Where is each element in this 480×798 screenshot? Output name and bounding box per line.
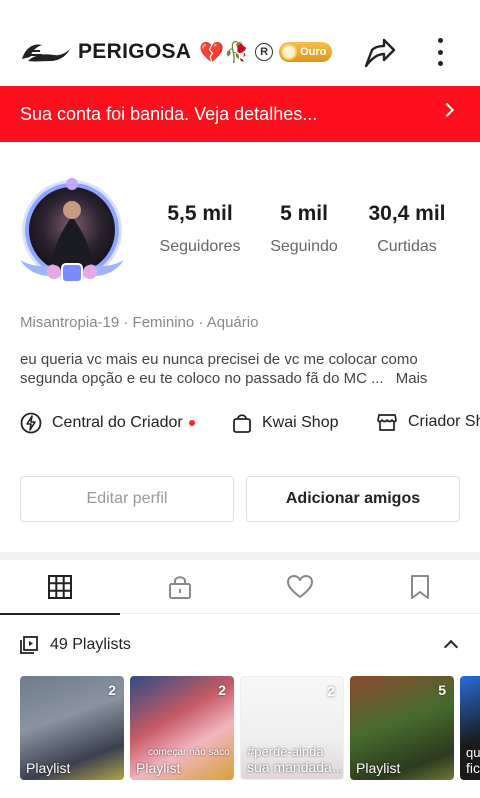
lightning-icon bbox=[20, 412, 42, 434]
content-tabs bbox=[0, 560, 480, 615]
username-emoji: 💔🥀 bbox=[199, 41, 250, 64]
tab-saved[interactable] bbox=[360, 560, 480, 614]
likes-count: 30,4 mil bbox=[368, 202, 446, 225]
profile-header: PERIGOSA 💔🥀 R Ouro bbox=[0, 20, 480, 84]
registered-icon: R bbox=[255, 43, 274, 61]
playlist-title: Playlist bbox=[136, 760, 181, 776]
followers-count: 5,5 mil bbox=[167, 202, 233, 225]
account-banned-banner[interactable]: Sua conta foi banida. Veja detalhes... bbox=[0, 86, 480, 142]
wing-logo-icon bbox=[22, 44, 70, 62]
playlist-video-count: 5 bbox=[438, 682, 446, 698]
store-icon bbox=[377, 414, 397, 431]
likes-label: Curtidas bbox=[377, 238, 437, 255]
tab-likes[interactable] bbox=[240, 560, 360, 614]
add-friends-button[interactable]: Adicionar amigos bbox=[246, 476, 460, 522]
playlist-card[interactable]: 2 Playlist bbox=[20, 676, 124, 780]
playlists-header[interactable]: 49 Playlists bbox=[0, 624, 480, 666]
gold-badge-label: Ouro bbox=[300, 46, 327, 58]
profile-section: 5,5 mil Seguidores 5 mil Seguindo 30,4 m… bbox=[0, 142, 480, 552]
tab-private[interactable] bbox=[120, 560, 240, 614]
chevron-right-icon bbox=[439, 102, 455, 118]
gold-level-badge[interactable]: Ouro bbox=[279, 42, 333, 62]
creator-shop-label: Criador Sh bbox=[408, 413, 480, 430]
playlist-video-count: 2 bbox=[108, 682, 116, 698]
playlist-overlay-text: qu bbox=[466, 745, 480, 760]
bio-more-link[interactable]: Mais bbox=[396, 370, 428, 387]
playlist-overlay-text: #perde-ainda bbox=[247, 744, 324, 759]
playlist-title: Playlist bbox=[26, 760, 71, 776]
profile-bio: eu queria vc mais eu nunca precisei de v… bbox=[20, 350, 460, 388]
section-divider bbox=[0, 552, 480, 560]
creator-shop-link[interactable]: Criador Sh bbox=[376, 412, 480, 432]
playlist-title: sua mandada... bbox=[247, 759, 344, 775]
more-options-icon[interactable] bbox=[430, 34, 450, 70]
playlist-card[interactable]: 2 começar não saco Playlist bbox=[130, 676, 234, 780]
creator-center-label: Central do Criador bbox=[52, 414, 183, 431]
likes-stat[interactable]: 30,4 mil Curtidas bbox=[356, 202, 458, 256]
creator-center-link[interactable]: Central do Criador bbox=[20, 412, 195, 434]
playlist-video-count: 2 bbox=[327, 683, 335, 699]
profile-links: Central do Criador Kwai Shop Criador Sh bbox=[0, 412, 480, 438]
medal-icon bbox=[281, 44, 298, 60]
playlists-count: 49 Playlists bbox=[50, 636, 131, 653]
followers-label: Seguidores bbox=[159, 238, 241, 255]
following-stat[interactable]: 5 mil Seguindo bbox=[258, 202, 350, 256]
chevron-up-icon[interactable] bbox=[443, 639, 459, 655]
avatar[interactable] bbox=[10, 172, 134, 296]
grid-icon bbox=[48, 575, 72, 599]
edit-profile-button[interactable]: Editar perfil bbox=[20, 476, 234, 522]
playlist-card[interactable]: 2 #perde-ainda sua mandada... bbox=[240, 676, 344, 780]
playlist-title: fic bbox=[466, 760, 480, 776]
playlist-title: Playlist bbox=[356, 760, 401, 776]
share-icon[interactable] bbox=[362, 36, 396, 70]
playlist-video-count: 2 bbox=[218, 682, 226, 698]
status-bar bbox=[0, 0, 480, 12]
playlist-carousel: 2 Playlist 2 começar não saco Playlist 2… bbox=[0, 676, 480, 780]
playlist-card[interactable]: qu fic bbox=[460, 676, 480, 780]
shopping-bag-icon bbox=[233, 414, 251, 433]
profile-username: PERIGOSA bbox=[78, 40, 192, 63]
profile-meta: Misantropia-19 · Feminino · Aquário bbox=[20, 314, 259, 331]
banned-message: Sua conta foi banida. Veja detalhes... bbox=[20, 103, 318, 124]
lock-icon bbox=[169, 576, 191, 599]
following-count: 5 mil bbox=[280, 202, 328, 225]
heart-icon bbox=[287, 575, 313, 598]
tab-grid[interactable] bbox=[0, 560, 120, 615]
bio-text: eu queria vc mais eu nunca precisei de v… bbox=[20, 351, 418, 387]
playlist-icon bbox=[20, 636, 38, 654]
kwai-shop-link[interactable]: Kwai Shop bbox=[232, 412, 339, 434]
followers-stat[interactable]: 5,5 mil Seguidores bbox=[150, 202, 250, 256]
kwai-shop-label: Kwai Shop bbox=[262, 414, 339, 431]
following-label: Seguindo bbox=[270, 238, 338, 255]
bookmark-icon bbox=[411, 575, 429, 599]
notification-dot bbox=[188, 420, 195, 426]
playlist-card[interactable]: 5 Playlist bbox=[350, 676, 454, 780]
playlist-overlay-text: começar não saco bbox=[148, 747, 230, 758]
